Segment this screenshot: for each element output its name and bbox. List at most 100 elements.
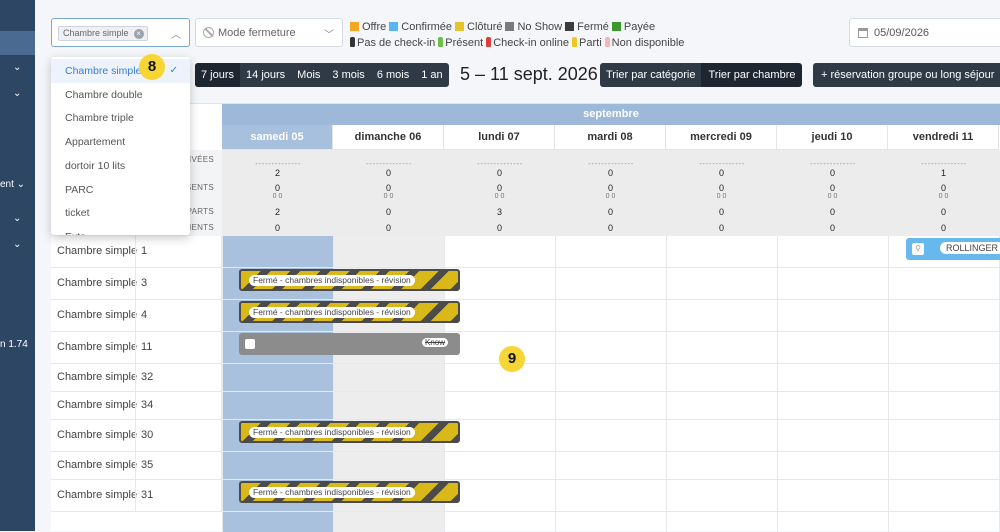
dropdown-option[interactable]: PARC — [51, 178, 190, 202]
separator — [221, 268, 222, 299]
separator — [135, 392, 136, 419]
period-6-months[interactable]: 6 mois — [371, 63, 415, 87]
room-row[interactable]: Chambre simple 30 — [51, 420, 1000, 452]
color-swatch — [350, 22, 359, 31]
dropdown-option[interactable]: Chambre simple ✓ — [51, 59, 190, 83]
legend-item: Parti — [572, 37, 602, 49]
separator — [135, 364, 136, 391]
arrivals-count: 0 — [607, 168, 613, 178]
chevron-down-icon[interactable]: ⌄ — [13, 88, 21, 99]
legend-label: Check-in online — [493, 37, 570, 49]
closed-room-bar[interactable]: Fermé - chambres indisponibles - révisio… — [239, 481, 460, 503]
arrivals-count: 2 — [274, 168, 280, 178]
day-header[interactable]: samedi 05 — [222, 125, 333, 150]
separator — [135, 452, 136, 479]
period-14-days[interactable]: 14 jours — [240, 63, 291, 87]
dropdown-option[interactable]: dortoir 10 lits — [51, 154, 190, 178]
selected-chip: Chambre simple × — [58, 26, 148, 41]
room-row[interactable]: Chambre simple 35 — [51, 452, 1000, 480]
sidebar-active-item[interactable] — [0, 31, 35, 55]
room-number: 35 — [141, 459, 154, 471]
dropdown-option[interactable]: Exte — [51, 225, 190, 235]
separator — [135, 300, 136, 331]
dropdown-option[interactable]: ticket — [51, 201, 190, 225]
booking-bar-confirmed[interactable]: ⚲ ROLLINGER — [906, 238, 1000, 260]
occupancy-count: 0 — [274, 223, 280, 233]
step-badge-8: 8 — [139, 54, 165, 80]
closed-room-bar[interactable]: Fermé - chambres indisponibles - révisio… — [239, 301, 460, 323]
add-group-reservation-button[interactable]: + réservation groupe ou long séjour — [813, 63, 1000, 87]
closed-room-bar[interactable]: Fermé - chambres indisponibles - révisio… — [239, 269, 460, 291]
color-swatch — [505, 22, 515, 31]
departures-count: 2 — [274, 207, 280, 217]
arrivals-count: 1 — [940, 168, 946, 178]
arrivals-count: 0 — [829, 168, 835, 178]
closed-room-bar[interactable]: Fermé - chambres indisponibles - révisio… — [239, 421, 460, 443]
arrivals-count: 0 — [718, 168, 724, 178]
period-3-months[interactable]: 3 mois — [326, 63, 370, 87]
chevron-down-icon[interactable]: ⌄ — [13, 62, 21, 73]
day-header[interactable]: vendredi 11 — [888, 125, 999, 150]
version-label: n 1.74 — [0, 339, 28, 350]
legend-label: Clôturé — [467, 21, 503, 33]
legend-row-checkin: Pas de check-in Présent Check-in online Par… — [350, 35, 687, 51]
period-7-days[interactable]: 7 jours — [195, 63, 241, 87]
person-icon: ⚲ — [912, 243, 924, 255]
separator — [221, 452, 222, 479]
room-row[interactable]: Chambre simple 3 — [51, 268, 1000, 300]
sort-by-category-button[interactable]: Trier par catégorie — [600, 63, 702, 87]
sidebar-item-label[interactable]: ent ⌄ — [0, 179, 25, 190]
period-1-year[interactable]: 1 an — [415, 63, 448, 87]
option-label: Chambre triple — [65, 112, 134, 125]
legend-item: No Show — [505, 21, 562, 33]
booking-bar-no-show[interactable]: Know — [239, 333, 460, 355]
legend-label: Fermé — [577, 21, 609, 33]
room-row[interactable]: Chambre simple 4 — [51, 300, 1000, 332]
person-status-icon — [438, 37, 444, 47]
room-row[interactable]: Chambre simple 11 — [51, 332, 1000, 364]
present-breakdown: 0 0 — [383, 193, 394, 200]
closed-label: Fermé - chambres indisponibles - révisio… — [249, 275, 415, 286]
date-picker-input[interactable]: 05/09/2026 — [849, 18, 1000, 47]
legend-label: Non disponible — [611, 37, 685, 49]
ban-icon — [203, 27, 214, 38]
dropdown-option[interactable]: Appartement — [51, 130, 190, 154]
room-row[interactable]: Chambre simple 34 — [51, 392, 1000, 420]
day-header[interactable]: lundi 07 — [444, 125, 555, 150]
arrivals-dashline: - - - - - - - - - - - - - - — [921, 161, 966, 168]
chevron-down-icon[interactable]: ﹀ — [324, 26, 334, 41]
room-type-label: Chambre simple — [57, 245, 138, 257]
legend-label: Présent — [445, 37, 484, 49]
departures-count: 0 — [385, 207, 391, 217]
sort-toggle: Trier par catégorie Trier par chambre — [600, 63, 803, 87]
day-header[interactable]: jeudi 10 — [777, 125, 888, 150]
departures-count: 0 — [940, 207, 946, 217]
person-status-icon — [604, 37, 610, 47]
person-status-icon — [350, 37, 355, 47]
chevron-down-icon[interactable]: ⌄ — [13, 239, 21, 250]
closure-mode-select[interactable]: Mode fermeture ﹀ — [195, 18, 343, 47]
sort-by-room-button[interactable]: Trier par chambre — [701, 63, 803, 87]
departures-count: 0 — [829, 207, 835, 217]
day-header[interactable]: dimanche 06 — [333, 125, 444, 150]
dropdown-option[interactable]: Chambre double — [51, 83, 190, 107]
period-month[interactable]: Mois — [291, 63, 326, 87]
room-row[interactable]: Chambre simple 32 — [51, 364, 1000, 392]
room-type-select[interactable]: Chambre simple × ︿ — [51, 18, 190, 47]
person-status-icon — [486, 37, 492, 47]
option-label: Chambre simple — [65, 65, 142, 77]
chevron-up-icon[interactable]: ︿ — [171, 26, 181, 41]
separator — [135, 420, 136, 451]
day-header[interactable]: mardi 08 — [555, 125, 666, 150]
chip-remove-icon[interactable]: × — [133, 29, 144, 39]
room-row[interactable]: Chambre simple 1 — [51, 236, 1000, 268]
room-type-label: Chambre simple — [57, 371, 138, 383]
guest-name: Know — [421, 338, 448, 347]
present-count: 0 — [940, 183, 946, 193]
day-header[interactable]: mercredi 09 — [666, 125, 777, 150]
color-swatch — [611, 22, 621, 31]
legend-label: Offre — [362, 21, 387, 33]
room-row[interactable]: Chambre simple 31 — [51, 480, 1000, 512]
chevron-down-icon[interactable]: ⌄ — [13, 213, 21, 224]
dropdown-option[interactable]: Chambre triple — [51, 106, 190, 130]
